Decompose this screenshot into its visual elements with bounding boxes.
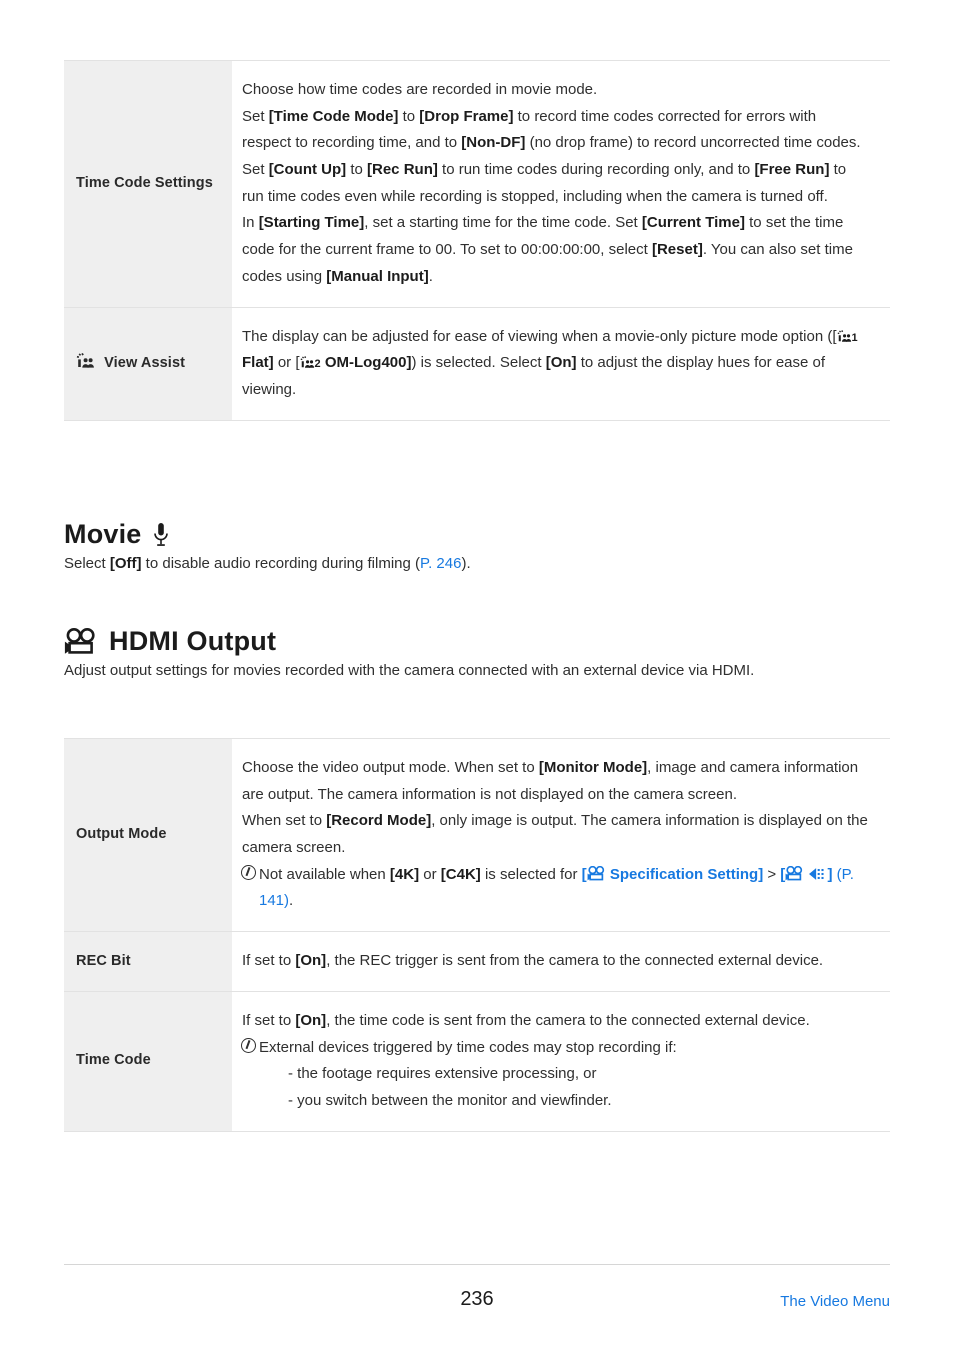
time-code-settings-table: Time Code Settings Choose how time codes… [64, 60, 890, 421]
footer-divider [64, 1264, 890, 1265]
specification-setting-link[interactable]: [ Specification Setting] [582, 865, 763, 883]
picture-mode-movie-icon [76, 352, 95, 369]
row-description-view-assist: The display can be adjusted for ease of … [232, 307, 890, 420]
section-heading-hdmi-output: HDMI Output [64, 626, 276, 657]
hdmi-description: Adjust output settings for movies record… [64, 662, 755, 679]
manual-page: Time Code Settings Choose how time codes… [0, 0, 954, 1354]
table-row: Output Mode Choose the video output mode… [64, 738, 890, 932]
picture-mode-movie-icon-small [300, 356, 315, 369]
row-label-text: Time Code [76, 1052, 151, 1069]
section-heading-hdmi-output-text: HDMI Output [109, 626, 277, 657]
row-description-rec-bit: If set to [On], the REC trigger is sent … [232, 932, 890, 992]
paragraph: Set [Time Code Mode] to [Drop Frame] to … [242, 107, 861, 152]
row-label-view-assist: View Assist [64, 307, 232, 421]
page-reference-link-246[interactable]: P. 246 [420, 555, 461, 572]
row-label-rec-bit: REC Bit [64, 931, 232, 992]
paragraph: When set to [Record Mode], only image is… [242, 812, 868, 857]
row-description-time-code-settings: Choose how time codes are recorded in mo… [232, 61, 890, 308]
caution-icon [241, 864, 256, 880]
movie-camera-icon-inline [587, 865, 606, 881]
row-label-time-code-settings: Time Code Settings [64, 60, 232, 307]
paragraph: If set to [On], the REC trigger is sent … [242, 952, 824, 970]
table-row: Time Code If set to [On], the time code … [64, 991, 890, 1132]
table-row: REC Bit If set to [On], the REC trigger … [64, 931, 890, 992]
table-row: Time Code Settings Choose how time codes… [64, 60, 890, 308]
picture-mode-movie-icon-small [837, 329, 852, 343]
section-heading-movie: Movie [64, 519, 169, 550]
row-label-time-code: Time Code [64, 991, 232, 1132]
paragraph: Set [Count Up] to [Rec Run] to run time … [242, 161, 847, 205]
frame-rate-icon [808, 867, 827, 881]
row-label-text: Time Code Settings [76, 175, 213, 191]
row-label-output-mode: Output Mode [64, 738, 232, 932]
row-label-text: Output Mode [76, 826, 167, 843]
note-sub-item: - the footage requires extensive process… [288, 1065, 597, 1083]
note-text: External devices triggered by time codes… [259, 1038, 677, 1056]
row-label-text: REC Bit [76, 952, 131, 969]
movie-spec-icon-link[interactable]: [ ] [780, 865, 832, 883]
note-sub-item: - you switch between the monitor and vie… [288, 1091, 612, 1109]
paragraph: Choose the video output mode. When set t… [242, 759, 859, 803]
row-label-text: View Assist [104, 354, 186, 371]
movie-camera-icon-inline-2 [785, 865, 804, 881]
movie-camera-icon [64, 628, 98, 655]
row-description-output-mode: Choose the video output mode. When set t… [232, 739, 890, 932]
page-reference-link-141[interactable]: (P. 141) [259, 866, 854, 910]
paragraph: The display can be adjusted for ease of … [242, 327, 858, 398]
link-separator: > [767, 865, 777, 883]
note-time-code: External devices triggered by time codes… [241, 1035, 868, 1062]
caution-icon [241, 1037, 256, 1053]
table-row: View Assist The display can be adjusted … [64, 307, 890, 421]
movie-description: Select [Off] to disable audio recording … [64, 551, 892, 578]
paragraph: Choose how time codes are recorded in mo… [242, 81, 598, 98]
paragraph: In [Starting Time], set a starting time … [242, 214, 853, 285]
note-output-mode: Not available when [4K] or [C4K] is sele… [241, 862, 868, 915]
microphone-icon [153, 522, 169, 547]
paragraph: If set to [On], the time code is sent fr… [242, 1011, 810, 1029]
footer-section-link[interactable]: The Video Menu [780, 1293, 890, 1310]
movie-description-text: Select [Off] to disable audio recording … [64, 555, 471, 572]
row-description-time-code: If set to [On], the time code is sent fr… [232, 991, 890, 1131]
section-heading-movie-text: Movie [64, 519, 142, 550]
hdmi-output-table: Output Mode Choose the video output mode… [64, 738, 890, 1132]
